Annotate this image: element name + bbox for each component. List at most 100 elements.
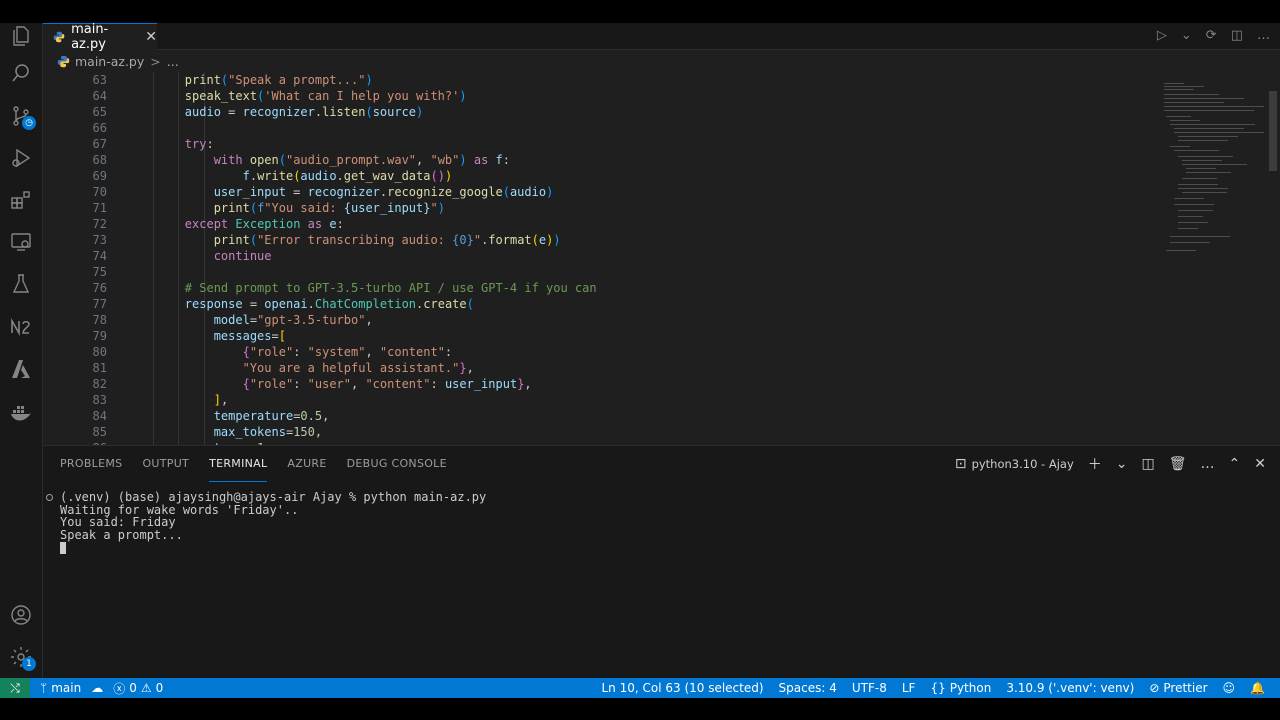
close-panel-icon[interactable]: ✕	[1254, 456, 1266, 472]
line-number: 69	[92, 169, 107, 183]
remote-icon: ⤭	[10, 680, 20, 695]
code-line: ],	[213, 393, 229, 407]
explorer-icon[interactable]	[8, 23, 34, 49]
code-line: temperature=0.5,	[213, 409, 330, 423]
tab-azure[interactable]: AZURE	[287, 446, 326, 482]
terminal-dropdown-chevron-icon[interactable]: ⌄	[1116, 456, 1128, 472]
line-number: 78	[92, 313, 107, 327]
indentation[interactable]: Spaces: 4	[779, 681, 837, 695]
line-number: 79	[92, 329, 107, 343]
testing-icon[interactable]	[8, 271, 34, 297]
line-number: 82	[92, 377, 107, 391]
activity-bar: ◷ 1	[0, 23, 43, 678]
code-line: model="gpt-3.5-turbo",	[213, 313, 373, 327]
command-decoration-icon[interactable]	[46, 494, 53, 501]
code-line: user_input = recognizer.recognize_google…	[213, 185, 554, 199]
line-number: 73	[92, 233, 107, 247]
notifications-status[interactable]: 🔔	[1250, 681, 1265, 695]
letterbox-top	[0, 0, 1280, 23]
editor-scrollbar-thumb[interactable]	[1269, 91, 1277, 171]
line-number: 77	[92, 297, 107, 311]
tab-terminal[interactable]: TERMINAL	[209, 446, 268, 482]
more-actions-icon[interactable]: …	[1201, 456, 1215, 472]
run-python-file-icon[interactable]: ▷	[1157, 28, 1167, 43]
cursor-position[interactable]: Ln 10, Col 63 (10 selected)	[601, 681, 763, 695]
python-file-icon	[57, 55, 70, 67]
extensions-icon[interactable]	[8, 187, 34, 213]
panel-tabs: PROBLEMS OUTPUT TERMINAL AZURE DEBUG CON…	[60, 446, 467, 482]
line-number: 75	[92, 265, 107, 279]
line-number: 71	[92, 201, 107, 215]
terminal-line: (.venv) (base) ajaysingh@ajays-air Ajay …	[46, 491, 486, 504]
editor-actions: ▷ ⌄ ⟳ ◫ …	[1157, 28, 1270, 43]
bell-icon: 🔔	[1250, 681, 1265, 695]
line-number: 66	[92, 121, 107, 135]
tab-output[interactable]: OUTPUT	[142, 446, 189, 482]
breadcrumb: main-az.py > ...	[43, 50, 1280, 72]
branch-status[interactable]: ᛘ main	[40, 681, 81, 695]
tab-debug-console[interactable]: DEBUG CONSOLE	[347, 446, 447, 482]
code-line: except Exception as e:	[184, 217, 344, 231]
remote-explorer-icon[interactable]	[8, 229, 34, 255]
split-editor-icon[interactable]: ◫	[1231, 28, 1243, 43]
account-icon[interactable]	[8, 602, 34, 628]
breadcrumb-file[interactable]: main-az.py	[75, 54, 144, 69]
minimap[interactable]	[1160, 72, 1280, 445]
terminal-icon: ⊡	[954, 456, 967, 472]
split-terminal-icon[interactable]: ◫	[1142, 456, 1155, 472]
code-line: f.write(audio.get_wav_data())	[242, 169, 453, 183]
line-number: 83	[92, 393, 107, 407]
code-line: speak_text('What can I help you with?')	[184, 89, 467, 103]
azure-icon[interactable]	[8, 356, 34, 382]
open-changes-icon[interactable]: ⟳	[1206, 28, 1217, 43]
terminal-output[interactable]: (.venv) (base) ajaysingh@ajays-air Ajay …	[46, 491, 486, 554]
bottom-panel: PROBLEMS OUTPUT TERMINAL AZURE DEBUG CON…	[43, 445, 1280, 678]
kill-terminal-trash-icon[interactable]: 🗑	[1169, 456, 1187, 472]
run-debug-icon[interactable]	[8, 145, 34, 171]
encoding[interactable]: UTF-8	[852, 681, 887, 695]
tab-problems[interactable]: PROBLEMS	[60, 446, 122, 482]
manage-badge: 1	[22, 657, 36, 671]
letterbox-bottom	[0, 698, 1280, 720]
line-number: 65	[92, 105, 107, 119]
status-bar: ⤭ ᛘ main ☁ ⓧ 0 ⚠ 0 Ln 10, Col 63 (10 selecte…	[0, 678, 1280, 698]
n2-icon[interactable]	[8, 314, 34, 340]
terminal-selector[interactable]: ⊡ python3.10 - Ajay	[955, 456, 1074, 472]
code-line: response = openai.ChatCompletion.create(	[184, 297, 474, 311]
tab-main-az-py[interactable]: main-az.py ✕	[43, 23, 157, 52]
code-line: {"role": "system", "content":	[242, 345, 453, 359]
line-number: 64	[92, 89, 107, 103]
code-lines: print("Speak a prompt...") speak_text('W…	[127, 72, 1157, 445]
braces-icon: {}	[930, 681, 946, 695]
code-line: messages=[	[213, 329, 286, 343]
end-of-line[interactable]: LF	[902, 681, 916, 695]
remote-indicator[interactable]: ⤭	[0, 678, 30, 698]
line-number: 76	[92, 281, 107, 295]
terminal-line: Speak a prompt...	[60, 527, 183, 542]
line-number: 67	[92, 137, 107, 151]
language-mode[interactable]: {} Python	[930, 681, 991, 695]
problems-status[interactable]: ⓧ 0 ⚠ 0	[113, 680, 163, 697]
code-editor[interactable]: 63 64 65 66 67 68 69 70 71 72 73 74 75 7…	[43, 72, 1280, 445]
line-number: 68	[92, 153, 107, 167]
new-terminal-plus-icon[interactable]: ＋	[1088, 454, 1102, 474]
search-icon[interactable]	[8, 60, 34, 86]
docker-icon[interactable]	[8, 399, 34, 425]
code-line: max_tokens=150,	[213, 425, 323, 439]
python-interpreter[interactable]: 3.10.9 ('.venv': venv)	[1006, 681, 1134, 695]
code-line: "You are a helpful assistant."},	[242, 361, 474, 375]
prettier-status[interactable]: ⊘ Prettier	[1149, 681, 1207, 695]
terminal-name: python3.10 - Ajay	[971, 457, 1074, 471]
code-line: with open("audio_prompt.wav", "wb") as f…	[213, 153, 511, 167]
feedback-status[interactable]: ☺	[1223, 681, 1236, 695]
tab-close-button[interactable]: ✕	[145, 29, 157, 45]
more-actions-icon[interactable]: …	[1257, 28, 1270, 43]
breadcrumb-more[interactable]: ...	[167, 54, 179, 69]
sync-status[interactable]: ☁	[91, 681, 103, 695]
run-dropdown-chevron-icon[interactable]: ⌄	[1181, 28, 1192, 43]
maximize-panel-chevron-up-icon[interactable]: ⌃	[1229, 456, 1241, 472]
panel-actions: ⊡ python3.10 - Ajay ＋ ⌄ ◫ 🗑 … ⌃ ✕	[955, 446, 1266, 482]
line-number: 63	[92, 73, 107, 87]
git-branch-icon: ᛘ	[40, 681, 48, 695]
